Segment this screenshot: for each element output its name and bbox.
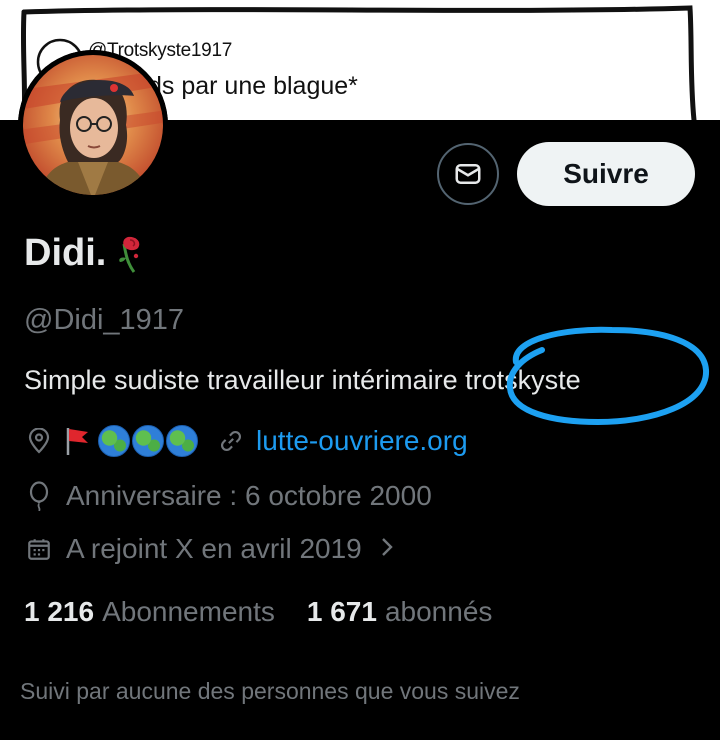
calendar-icon [24, 534, 54, 564]
link-icon [216, 426, 246, 456]
location-row: lutte-ouvriere.org [24, 425, 468, 457]
banner-joke-text: ds par une blague* [148, 72, 358, 100]
followers-count: 1 671 [306, 596, 377, 627]
follow-stats: 1 216 Abonnements 1 671 abonnés [24, 596, 492, 628]
globe-icon [166, 425, 198, 457]
chevron-right-icon[interactable] [380, 533, 394, 565]
globe-icon [98, 425, 130, 457]
profile-bio: Simple sudiste travailleur intérimaire t… [24, 365, 581, 395]
message-button[interactable] [437, 143, 499, 205]
profile-name: Didi. [24, 232, 107, 274]
following-count: 1 216 [24, 596, 95, 627]
following-label: Abonnements [102, 596, 275, 627]
follow-button[interactable]: Suivre [517, 142, 695, 206]
joined-row[interactable]: A rejoint X en avril 2019 [24, 533, 394, 565]
profile-handle: @Didi_1917 [24, 304, 185, 336]
globe-icon [132, 425, 164, 457]
profile-name-row: Didi. [24, 232, 146, 275]
birthday-text: Anniversaire : 6 octobre 2000 [66, 480, 432, 511]
red-flag-icon [62, 426, 92, 456]
website-link[interactable]: lutte-ouvriere.org [256, 425, 468, 457]
profile-avatar[interactable] [18, 50, 168, 200]
followers-link[interactable]: 1 671 abonnés [307, 596, 493, 628]
birthday-row: Anniversaire : 6 octobre 2000 [24, 480, 432, 512]
followers-label: abonnés [384, 596, 493, 627]
joined-text: A rejoint X en avril 2019 [66, 533, 362, 564]
envelope-icon [455, 164, 481, 184]
balloon-icon [24, 481, 54, 511]
wilted-rose-icon [119, 236, 140, 273]
location-pin-icon [24, 426, 54, 456]
followed-by-text: Suivi par aucune des personnes que vous … [20, 678, 520, 704]
following-link[interactable]: 1 216 Abonnements [24, 596, 275, 628]
